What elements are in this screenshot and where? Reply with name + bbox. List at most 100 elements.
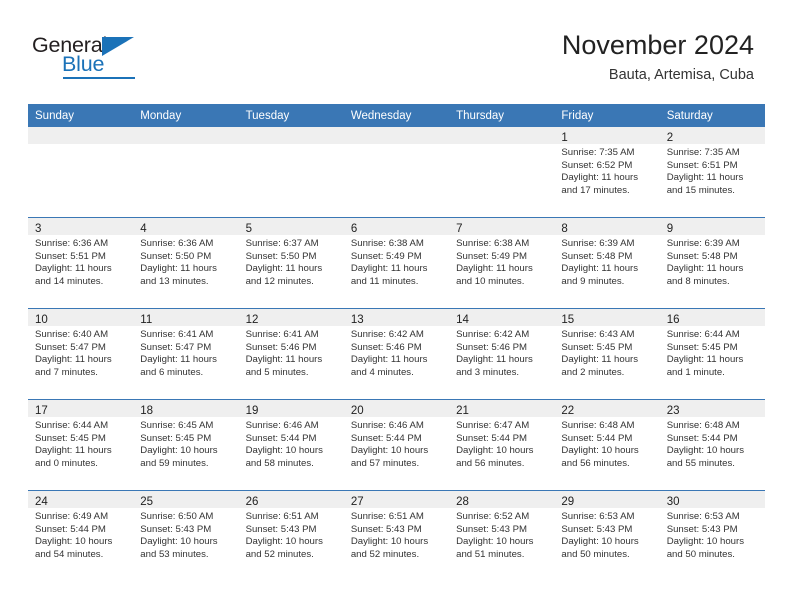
day-cell-body: Sunrise: 6:44 AM Sunset: 5:45 PM Daylight:… bbox=[28, 417, 133, 470]
daylight-text-line2: and 6 minutes. bbox=[140, 366, 204, 378]
day-number-band: 6 bbox=[343, 218, 450, 235]
calendar-day-cell[interactable]: 19 Sunrise: 6:46 AM Sunset: 5:44 PM Dayligh… bbox=[238, 399, 344, 491]
sunset-text: Sunset: 5:43 PM bbox=[350, 523, 422, 535]
calendar-day-cell[interactable]: 12 Sunrise: 6:41 AM Sunset: 5:46 PM Dayligh… bbox=[238, 308, 344, 400]
calendar-day-cell[interactable]: 16 Sunrise: 6:44 AM Sunset: 5:45 PM Dayligh… bbox=[659, 308, 765, 400]
weekday-header-thursday: Thursday bbox=[449, 104, 555, 127]
day-number-band bbox=[133, 127, 239, 144]
calendar-day-cell[interactable]: 10 Sunrise: 6:40 AM Sunset: 5:47 PM Dayligh… bbox=[28, 308, 134, 400]
calendar-day-cell[interactable]: 8 Sunrise: 6:39 AM Sunset: 5:48 PM Daylight… bbox=[554, 217, 660, 309]
sunrise-text: Sunrise: 6:47 AM bbox=[456, 420, 530, 431]
calendar-day-cell[interactable]: 22 Sunrise: 6:48 AM Sunset: 5:44 PM Dayligh… bbox=[554, 399, 660, 491]
day-cell-body: Sunrise: 6:36 AM Sunset: 5:50 PM Daylight:… bbox=[133, 235, 238, 288]
daylight-text-line1: Daylight: 11 hours bbox=[666, 354, 744, 366]
sunset-text: Sunset: 5:49 PM bbox=[350, 250, 422, 262]
day-number: 23 bbox=[666, 405, 680, 417]
daylight-text-line1: Daylight: 11 hours bbox=[35, 445, 112, 457]
page-header: General Blue November 2024 Bauta, Artemi… bbox=[0, 0, 792, 100]
day-number: 8 bbox=[561, 223, 568, 235]
daylight-text-line2: and 12 minutes. bbox=[245, 275, 314, 287]
title-block: November 2024 Bauta, Artemisa, Cuba bbox=[562, 28, 754, 86]
sunrise-text: Sunrise: 6:42 AM bbox=[456, 329, 530, 340]
sunrise-text: Sunrise: 6:44 AM bbox=[666, 329, 740, 340]
calendar-day-cell[interactable]: 6 Sunrise: 6:38 AM Sunset: 5:49 PM Daylight… bbox=[343, 217, 450, 309]
sunrise-text: Sunrise: 6:36 AM bbox=[35, 238, 109, 249]
day-cell-body: Sunrise: 6:39 AM Sunset: 5:48 PM Daylight:… bbox=[554, 235, 659, 288]
day-cell-body: Sunrise: 6:49 AM Sunset: 5:44 PM Daylight:… bbox=[28, 508, 133, 561]
sunset-text: Sunset: 5:44 PM bbox=[561, 432, 633, 444]
day-cell-body: Sunrise: 6:38 AM Sunset: 5:49 PM Daylight:… bbox=[449, 235, 554, 288]
day-cell-body: Sunrise: 6:38 AM Sunset: 5:49 PM Daylight:… bbox=[344, 235, 449, 288]
calendar-day-cell[interactable]: 7 Sunrise: 6:38 AM Sunset: 5:49 PM Daylight… bbox=[449, 217, 555, 309]
calendar-day-cell[interactable]: 25 Sunrise: 6:50 AM Sunset: 5:43 PM Dayligh… bbox=[133, 490, 239, 581]
day-cell-body: Sunrise: 7:35 AM Sunset: 6:51 PM Daylight:… bbox=[660, 144, 765, 197]
sunrise-text: Sunrise: 6:44 AM bbox=[35, 420, 109, 431]
calendar-week-row: 24 Sunrise: 6:49 AM Sunset: 5:44 PM Dayligh… bbox=[28, 490, 765, 581]
sunset-text: Sunset: 5:43 PM bbox=[666, 523, 738, 535]
calendar-day-cell[interactable]: 14 Sunrise: 6:42 AM Sunset: 5:46 PM Dayligh… bbox=[449, 308, 555, 400]
day-number: 21 bbox=[456, 405, 469, 417]
sunset-text: Sunset: 5:45 PM bbox=[35, 432, 106, 444]
calendar-day-cell[interactable]: 30 Sunrise: 6:53 AM Sunset: 5:43 PM Dayligh… bbox=[659, 490, 765, 581]
day-number-band: 21 bbox=[449, 400, 555, 417]
calendar-day-cell[interactable]: 24 Sunrise: 6:49 AM Sunset: 5:44 PM Dayligh… bbox=[28, 490, 134, 581]
day-number: 26 bbox=[245, 496, 259, 508]
sunset-text: Sunset: 5:44 PM bbox=[666, 432, 738, 444]
daylight-text-line1: Daylight: 11 hours bbox=[350, 263, 428, 275]
calendar-day-cell[interactable]: 13 Sunrise: 6:42 AM Sunset: 5:46 PM Dayligh… bbox=[343, 308, 450, 400]
sunrise-text: Sunrise: 6:37 AM bbox=[245, 238, 319, 249]
calendar-day-cell[interactable]: 3 Sunrise: 6:36 AM Sunset: 5:51 PM Daylight… bbox=[28, 217, 134, 309]
sunrise-text: Sunrise: 6:36 AM bbox=[140, 238, 214, 249]
calendar-day-cell[interactable]: 20 Sunrise: 6:46 AM Sunset: 5:44 PM Dayligh… bbox=[343, 399, 450, 491]
day-number: 13 bbox=[350, 314, 364, 326]
daylight-text-line2: and 52 minutes. bbox=[245, 548, 314, 560]
daylight-text-line2: and 7 minutes. bbox=[35, 366, 98, 378]
calendar-day-cell[interactable]: 28 Sunrise: 6:52 AM Sunset: 5:43 PM Dayligh… bbox=[449, 490, 555, 581]
weekday-header-sunday: Sunday bbox=[28, 104, 134, 127]
sunset-text: Sunset: 5:48 PM bbox=[666, 250, 738, 262]
calendar-day-cell[interactable]: 17 Sunrise: 6:44 AM Sunset: 5:45 PM Dayligh… bbox=[28, 399, 134, 491]
day-number: 18 bbox=[140, 405, 154, 417]
sunrise-text: Sunrise: 6:46 AM bbox=[350, 420, 424, 431]
calendar-week-row: 3 Sunrise: 6:36 AM Sunset: 5:51 PM Daylight… bbox=[28, 217, 765, 309]
day-number-band: 28 bbox=[449, 491, 555, 508]
daylight-text-line2: and 54 minutes. bbox=[35, 548, 104, 560]
calendar-day-cell[interactable]: 2 Sunrise: 7:35 AM Sunset: 6:51 PM Daylight… bbox=[659, 127, 765, 218]
calendar-day-cell[interactable]: 18 Sunrise: 6:45 AM Sunset: 5:45 PM Dayligh… bbox=[133, 399, 239, 491]
calendar-day-cell[interactable]: 21 Sunrise: 6:47 AM Sunset: 5:44 PM Dayligh… bbox=[449, 399, 555, 491]
calendar-day-cell[interactable]: 27 Sunrise: 6:51 AM Sunset: 5:43 PM Dayligh… bbox=[343, 490, 450, 581]
sunset-text: Sunset: 5:48 PM bbox=[561, 250, 633, 262]
location-subtitle: Bauta, Artemisa, Cuba bbox=[608, 67, 754, 83]
daylight-text-line1: Daylight: 10 hours bbox=[140, 536, 218, 548]
daylight-text-line1: Daylight: 10 hours bbox=[561, 445, 639, 457]
sunrise-text: Sunrise: 6:53 AM bbox=[561, 511, 635, 522]
daylight-text-line2: and 58 minutes. bbox=[245, 457, 314, 469]
calendar-day-cell[interactable]: 15 Sunrise: 6:43 AM Sunset: 5:45 PM Dayligh… bbox=[554, 308, 660, 400]
day-cell-body: Sunrise: 6:45 AM Sunset: 5:45 PM Daylight:… bbox=[133, 417, 238, 470]
daylight-text-line1: Daylight: 10 hours bbox=[245, 445, 323, 457]
daylight-text-line2: and 50 minutes. bbox=[561, 548, 630, 560]
daylight-text-line1: Daylight: 10 hours bbox=[666, 536, 745, 548]
sunrise-text: Sunrise: 6:38 AM bbox=[456, 238, 530, 249]
calendar-day-cell[interactable]: 1 Sunrise: 7:35 AM Sunset: 6:52 PM Daylight… bbox=[554, 127, 660, 218]
day-number-band bbox=[343, 127, 450, 144]
day-number-band: 20 bbox=[343, 400, 450, 417]
day-number-band: 23 bbox=[659, 400, 765, 417]
calendar-day-cell[interactable]: 5 Sunrise: 6:37 AM Sunset: 5:50 PM Daylight… bbox=[238, 217, 344, 309]
day-cell-body: Sunrise: 6:47 AM Sunset: 5:44 PM Daylight:… bbox=[449, 417, 554, 470]
daylight-text-line1: Daylight: 11 hours bbox=[561, 172, 639, 184]
calendar-day-cell[interactable]: 11 Sunrise: 6:41 AM Sunset: 5:47 PM Dayligh… bbox=[133, 308, 239, 400]
calendar-day-cell[interactable]: 26 Sunrise: 6:51 AM Sunset: 5:43 PM Dayligh… bbox=[238, 490, 344, 581]
calendar-day-cell[interactable]: 29 Sunrise: 6:53 AM Sunset: 5:43 PM Dayligh… bbox=[554, 490, 660, 581]
day-cell-body: Sunrise: 6:50 AM Sunset: 5:43 PM Daylight:… bbox=[133, 508, 238, 561]
sunrise-text: Sunrise: 6:53 AM bbox=[666, 511, 740, 522]
calendar-day-cell[interactable]: 9 Sunrise: 6:39 AM Sunset: 5:48 PM Daylight… bbox=[659, 217, 765, 309]
sunrise-text: Sunrise: 6:38 AM bbox=[350, 238, 424, 249]
sunset-text: Sunset: 5:44 PM bbox=[35, 523, 106, 535]
calendar-day-cell-empty bbox=[133, 127, 239, 218]
calendar-day-cell[interactable]: 23 Sunrise: 6:48 AM Sunset: 5:44 PM Dayligh… bbox=[659, 399, 765, 491]
calendar-day-cell[interactable]: 4 Sunrise: 6:36 AM Sunset: 5:50 PM Daylight… bbox=[133, 217, 239, 309]
daylight-text-line2: and 52 minutes. bbox=[350, 548, 420, 560]
calendar-day-cell-empty bbox=[238, 127, 344, 218]
page-title: November 2024 bbox=[561, 30, 754, 60]
